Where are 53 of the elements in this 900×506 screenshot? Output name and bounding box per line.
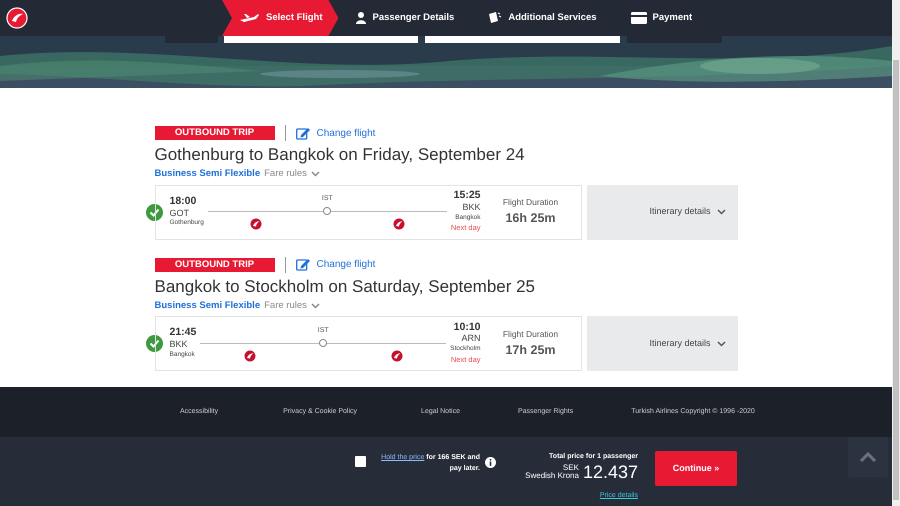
airport-code: GOT	[170, 208, 190, 218]
stopover-dot	[319, 338, 328, 346]
departure-time: 21:45	[170, 327, 196, 339]
chevron-up-icon	[860, 452, 876, 462]
fare-rules-toggle[interactable]: Fare rules	[264, 167, 320, 182]
info-icon[interactable]	[485, 457, 496, 468]
edit-icon	[296, 126, 310, 140]
airline-logo-icon	[244, 350, 256, 362]
change-flight-link[interactable]: Change flight	[296, 126, 376, 140]
airport-code: BKK	[170, 339, 189, 350]
arrival-time: 10:10	[452, 322, 480, 334]
airline-logo-icon	[393, 218, 406, 230]
chevron-down-icon	[716, 209, 726, 215]
itinerary-details-button[interactable]: Itinerary details	[586, 184, 738, 240]
change-flight-link[interactable]: Change flight	[296, 257, 376, 272]
trip-label: OUTBOUND TRIP	[154, 126, 274, 140]
duration-label: Flight Duration	[502, 328, 560, 340]
scroll-to-top-button[interactable]	[848, 437, 888, 477]
input-field[interactable]	[224, 36, 418, 43]
chevron-down-icon	[310, 171, 320, 178]
total-price: 12.437	[582, 462, 638, 480]
checkbox[interactable]	[355, 456, 366, 467]
duration-label: Flight Duration	[502, 196, 560, 209]
credit-card-icon	[630, 12, 647, 24]
input-field[interactable]	[425, 36, 620, 43]
person-icon	[356, 12, 366, 24]
tickets-icon	[488, 12, 502, 24]
departure-time: 18:00	[170, 196, 198, 208]
airport-code: BKK	[461, 202, 480, 213]
fare-class: Business Semi Flexible	[154, 298, 260, 313]
airline-logo-icon	[390, 350, 403, 362]
fare-rules-toggle[interactable]: Fare rules	[264, 298, 320, 313]
flight-duration: 17h 25m	[504, 342, 557, 358]
fare-class: Business Semi Flexible	[154, 167, 260, 182]
currency-code: SEK	[562, 464, 579, 472]
arrival-time: 15:25	[452, 190, 480, 202]
stopover-dot	[323, 207, 332, 215]
scrollbar-thumb[interactable]	[893, 60, 899, 500]
itinerary-details-button[interactable]: Itinerary details	[586, 316, 738, 371]
continue-button[interactable]: Continue »	[655, 451, 737, 486]
plane-icon	[240, 13, 260, 23]
edit-icon	[296, 258, 310, 271]
airline-logo-icon	[250, 218, 262, 230]
route-title: Gothenburg to Bangkok on Friday, September 24	[154, 144, 526, 166]
currency-name: Swedish Krona	[525, 472, 579, 480]
step-tab[interactable]: Select Flight	[222, 0, 338, 36]
airline-logo[interactable]	[6, 7, 28, 29]
airport-code: ARN	[460, 333, 480, 344]
trip-label: OUTBOUND TRIP	[154, 258, 274, 272]
chevron-down-icon	[716, 340, 726, 346]
flight-duration: 16h 25m	[504, 210, 557, 227]
chevron-down-icon	[310, 302, 320, 309]
route-title: Bangkok to Stockholm on Saturday, September 25	[154, 276, 536, 297]
